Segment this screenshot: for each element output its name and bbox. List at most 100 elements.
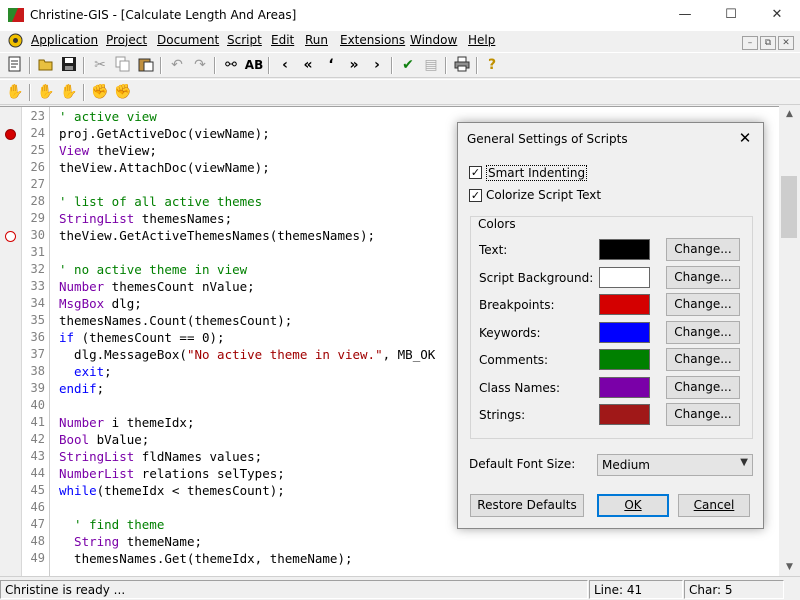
code-line[interactable]: ' find theme (59, 517, 164, 532)
colorize-label[interactable]: Colorize Script Text (486, 188, 601, 202)
colorize-checkbox[interactable]: ✓ (469, 189, 482, 202)
menu-edit[interactable]: Edit (271, 33, 294, 47)
menu-application[interactable]: Application (31, 33, 98, 47)
code-line[interactable]: themesNames.Get(themeIdx, themeName); (59, 551, 352, 566)
font-size-select[interactable]: Medium ▼ (597, 454, 753, 476)
find-icon[interactable]: ⚯ (221, 56, 241, 75)
menu-extensions[interactable]: Extensions (340, 33, 405, 47)
code-line[interactable]: ' no active theme in view (59, 262, 247, 277)
code-line[interactable]: theView.GetActiveThemesNames(themesNames… (59, 228, 375, 243)
code-token: theView.GetActiveThemesNames(themesNames… (59, 228, 376, 243)
next-icon[interactable]: » (344, 56, 364, 75)
line-number: 46 (30, 500, 45, 514)
breakpoint-icon[interactable] (5, 231, 16, 242)
print-icon[interactable] (452, 56, 472, 75)
hand-no-icon[interactable]: ✋ (59, 83, 79, 102)
code-line[interactable]: exit; (59, 364, 112, 379)
code-line[interactable]: dlg.MessageBox("No active theme in view.… (59, 347, 435, 362)
menu-run[interactable]: Run (305, 33, 328, 47)
code-line[interactable]: while(themeIdx < themesCount); (59, 483, 285, 498)
hand-disabled-icon[interactable]: ✋ (36, 83, 56, 102)
code-line[interactable]: endif; (59, 381, 104, 396)
code-line[interactable]: ' list of all active themes (59, 194, 262, 209)
code-line[interactable]: if (themesCount == 0); (59, 330, 225, 345)
code-line[interactable]: proj.GetActiveDoc(viewName); (59, 126, 270, 141)
menu-document[interactable]: Document (157, 33, 219, 47)
change-color-button[interactable]: Change... (666, 238, 740, 261)
app-menu-gear-icon[interactable] (8, 33, 23, 48)
dialog-close-button[interactable]: ✕ (727, 123, 763, 153)
undo-icon[interactable]: ↶ (167, 56, 187, 75)
mdi-close-button[interactable]: ✕ (778, 36, 794, 50)
smart-indenting-label[interactable]: Smart Indenting (486, 165, 588, 181)
code-line[interactable]: NumberList relations selTypes; (59, 466, 285, 481)
code-line[interactable]: ' active view (59, 109, 157, 124)
code-line[interactable]: StringList themesNames; (59, 211, 232, 226)
menu-window[interactable]: Window (410, 33, 457, 47)
code-line[interactable]: MsgBox dlg; (59, 296, 142, 311)
code-line[interactable]: Bool bValue; (59, 432, 149, 447)
stop-icon[interactable]: ▤ (421, 56, 441, 75)
redo-icon[interactable]: ↷ (190, 56, 210, 75)
code-line[interactable]: View theView; (59, 143, 157, 158)
restore-defaults-button[interactable]: Restore Defaults (470, 494, 584, 517)
mdi-minimize-button[interactable]: – (742, 36, 758, 50)
help-icon[interactable]: ? (482, 56, 502, 75)
code-line[interactable]: String themeName; (59, 534, 202, 549)
code-line[interactable]: Number themesCount nValue; (59, 279, 255, 294)
replace-icon[interactable]: AB (244, 56, 264, 75)
scroll-thumb[interactable] (781, 176, 797, 238)
smart-indenting-checkbox[interactable]: ✓ (469, 166, 482, 179)
copy-icon[interactable] (113, 56, 133, 75)
hand-grab-disabled-icon[interactable]: ✊ (90, 83, 110, 102)
code-line[interactable]: Number i themeIdx; (59, 415, 194, 430)
ok-button[interactable]: OK (597, 494, 669, 517)
code-line[interactable]: StringList fldNames values; (59, 449, 262, 464)
code-token: relations selTypes; (134, 466, 285, 481)
first-icon[interactable]: ‹ (275, 56, 295, 75)
code-line[interactable]: themesNames.Count(themesCount); (59, 313, 292, 328)
scroll-down-arrow-icon[interactable]: ▼ (779, 559, 800, 576)
change-color-button[interactable]: Change... (666, 320, 740, 344)
code-token: themesCount nValue; (104, 279, 255, 294)
minimize-button[interactable]: — (662, 0, 708, 30)
cut-icon[interactable]: ✂ (90, 56, 110, 75)
open-folder-icon[interactable] (36, 56, 56, 75)
color-label: Breakpoints: (479, 298, 555, 312)
hand-icon[interactable]: ✋ (5, 83, 25, 102)
new-script-icon[interactable] (5, 56, 25, 75)
code-line[interactable]: theView.AttachDoc(viewName); (59, 160, 270, 175)
paste-icon[interactable] (136, 56, 156, 75)
breakpoint-icon[interactable] (5, 129, 16, 140)
compile-check-icon[interactable]: ✔ (398, 56, 418, 75)
cancel-button[interactable]: Cancel (678, 494, 750, 517)
change-color-button[interactable]: Change... (666, 348, 740, 371)
change-color-button[interactable]: Change... (666, 403, 740, 426)
scroll-up-arrow-icon[interactable]: ▲ (779, 106, 800, 123)
mdi-restore-button[interactable]: ⧉ (760, 36, 776, 50)
last-icon[interactable]: › (367, 56, 387, 75)
line-number: 45 (30, 483, 45, 497)
maximize-button[interactable]: ☐ (708, 0, 754, 30)
code-token: StringList (59, 211, 135, 226)
code-token: themesNames; (134, 211, 233, 226)
hand-grab-icon[interactable]: ✊ (113, 83, 133, 102)
debug-toolbar: ✋ ✋ ✋ ✊ ✊ (0, 79, 800, 105)
change-color-button[interactable]: Change... (666, 293, 740, 316)
color-swatch (599, 239, 650, 260)
menu-project[interactable]: Project (106, 33, 147, 47)
step-icon[interactable]: ‘ (321, 56, 341, 75)
change-color-button[interactable]: Change... (666, 265, 740, 289)
code-token: theView.AttachDoc(viewName); (59, 160, 270, 175)
menu-script[interactable]: Script (227, 33, 262, 47)
close-button[interactable]: ✕ (754, 0, 800, 30)
previous-icon[interactable]: « (298, 56, 318, 75)
breakpoint-margin[interactable] (0, 107, 22, 576)
line-number: 40 (30, 398, 45, 412)
vertical-scrollbar[interactable]: ▲ ▼ (779, 106, 800, 576)
save-icon[interactable] (59, 56, 79, 75)
color-swatch (599, 266, 650, 288)
line-number: 35 (30, 313, 45, 327)
change-color-button[interactable]: Change... (666, 375, 740, 399)
menu-help[interactable]: Help (468, 33, 495, 47)
